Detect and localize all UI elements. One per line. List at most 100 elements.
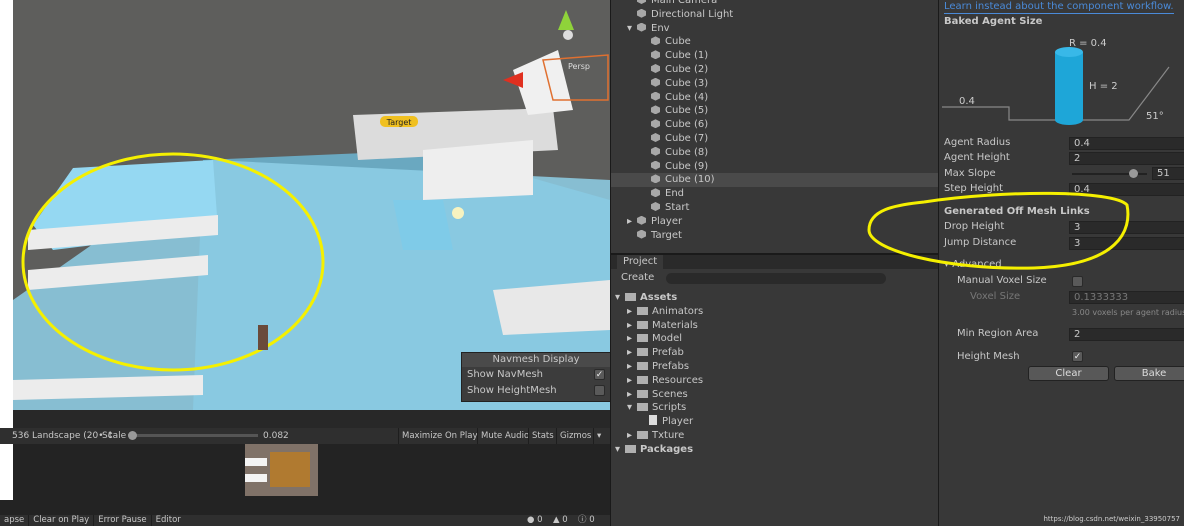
show-heightmesh-checkbox[interactable] [594, 385, 605, 396]
agent-height-label: Agent Height [944, 152, 1010, 163]
persp-label: Persp [568, 62, 590, 71]
navmesh-display-title: Navmesh Display [462, 353, 610, 367]
tab-project[interactable]: Project [617, 255, 664, 269]
hierarchy-item[interactable]: Cube (6) [641, 118, 708, 132]
agent-radius-label: Agent Radius [944, 137, 1011, 148]
show-heightmesh-label: Show HeightMesh [467, 385, 557, 396]
gameobject-icon [651, 174, 660, 184]
agent-radius-input[interactable]: 0.4 [1069, 137, 1184, 150]
project-item-label: Scripts [652, 402, 687, 414]
project-item-label: Player [662, 416, 694, 428]
hierarchy-item[interactable]: Start [641, 201, 689, 215]
maximize-on-play-button[interactable]: Maximize On Play [398, 428, 477, 444]
agent-height-input[interactable]: 2 [1069, 152, 1184, 165]
foldout-arrow-icon[interactable]: ▾ [627, 22, 637, 36]
gameobject-icon [637, 215, 646, 225]
project-item[interactable]: ▾ Packages [615, 443, 693, 457]
project-item-label: Scenes [652, 388, 688, 400]
component-workflow-link[interactable]: Learn instead about the component workfl… [944, 0, 1174, 14]
project-item[interactable]: ▾ Scripts [627, 401, 686, 415]
hierarchy-item-label: End [665, 188, 685, 200]
scene-view[interactable]: Target Persp Navmesh Display Show NavMes… [13, 0, 610, 410]
hierarchy-item[interactable]: Cube (8) [641, 146, 708, 160]
max-slope-slider[interactable] [1072, 169, 1147, 178]
svg-text:0.4: 0.4 [959, 96, 975, 107]
hierarchy-item[interactable]: Target [627, 229, 682, 243]
hierarchy-item[interactable]: End [641, 187, 684, 201]
height-mesh-checkbox[interactable]: ✓ [1072, 351, 1083, 362]
project-item[interactable]: ▾ Assets [615, 291, 677, 305]
hierarchy-item-label: Cube (10) [665, 174, 715, 186]
project-item[interactable]: ▸ Resources [627, 374, 703, 388]
project-item[interactable]: ▸ Txture [627, 429, 684, 443]
game-toolbar: 536 Landscape (20• ↕ Scale 0.082 Maximiz… [0, 428, 610, 444]
hierarchy-item[interactable]: Cube (10) [611, 173, 939, 188]
hierarchy-item[interactable]: Cube (1) [641, 49, 708, 63]
warning-icon: ▲ [553, 515, 560, 525]
project-item-label: Txture [652, 430, 685, 441]
project-item-label: Materials [652, 319, 698, 331]
foldout-arrow-icon: ▸ [627, 347, 633, 359]
gizmos-dropdown-icon[interactable]: ▾ [593, 428, 601, 444]
collapse-button[interactable]: apse [0, 515, 28, 526]
foldout-arrow-icon: ▾ [615, 443, 621, 455]
hierarchy-item[interactable]: Cube (4) [641, 91, 708, 105]
project-item[interactable]: ▸ Materials [627, 319, 698, 333]
project-item[interactable]: ▸ Scenes [627, 388, 688, 402]
bake-button[interactable]: Bake [1114, 366, 1184, 381]
scale-label: Scale [102, 431, 127, 441]
mute-audio-button[interactable]: Mute Audio [477, 428, 529, 444]
error-icon: ● [527, 515, 535, 525]
folder-icon [625, 293, 636, 301]
project-item[interactable]: Player [639, 415, 693, 429]
hierarchy-item[interactable]: Cube (3) [641, 77, 708, 91]
hierarchy-item[interactable]: Cube (2) [641, 63, 708, 77]
clear-button[interactable]: Clear [1028, 366, 1109, 381]
resolution-dropdown[interactable]: 536 Landscape (20• ↕ [12, 428, 114, 444]
editor-dropdown[interactable]: Editor [150, 515, 185, 526]
manual-voxel-checkbox[interactable] [1072, 276, 1083, 287]
hierarchy-item[interactable]: ▸ Player [627, 215, 682, 229]
svg-text:R = 0.4: R = 0.4 [1069, 38, 1107, 49]
foldout-arrow-icon[interactable]: ▸ [627, 215, 637, 229]
game-tab-bar [13, 410, 610, 428]
hierarchy-item-label: Target [651, 229, 682, 241]
message-count-button[interactable]: ⓘ 0 [578, 515, 595, 526]
gameobject-icon [651, 202, 660, 211]
project-item-label: Resources [652, 374, 704, 386]
hierarchy-item[interactable]: ▾ Env [627, 22, 670, 36]
voxel-size-input: 0.1333333 [1069, 291, 1184, 304]
min-region-area-input[interactable]: 2 [1069, 328, 1184, 341]
project-item[interactable]: ▸ Prefabs [627, 360, 689, 374]
project-item[interactable]: ▸ Prefab [627, 346, 684, 360]
gizmos-button[interactable]: Gizmos [556, 428, 591, 444]
hierarchy-item[interactable]: Cube (9) [641, 160, 708, 174]
hierarchy-item-label: Cube (3) [665, 77, 709, 89]
agent-size-diagram: R = 0.4 H = 2 0.4 51° [942, 38, 1170, 125]
foldout-arrow-icon: ▸ [627, 319, 633, 331]
hierarchy-item-label: Cube (6) [665, 119, 709, 131]
voxel-hint: 3.00 voxels per agent radius [1072, 308, 1184, 317]
hierarchy-item[interactable]: Cube [641, 35, 691, 49]
voxel-size-label: Voxel Size [970, 291, 1021, 302]
project-search-input[interactable] [666, 273, 886, 284]
clear-on-play-button[interactable]: Clear on Play [28, 515, 93, 526]
project-item[interactable]: ▸ Animators [627, 305, 703, 319]
hierarchy-item[interactable]: Cube (5) [641, 104, 708, 118]
create-dropdown[interactable]: Create [621, 271, 654, 285]
gameobject-icon [651, 119, 660, 129]
max-slope-input[interactable]: 51 [1152, 167, 1184, 180]
project-item[interactable]: ▸ Model [627, 332, 682, 346]
max-slope-label: Max Slope [944, 168, 996, 179]
stats-button[interactable]: Stats [528, 428, 554, 444]
hierarchy-item[interactable]: Main Camera [627, 0, 717, 8]
show-navmesh-label: Show NavMesh [467, 369, 544, 380]
folder-icon [637, 348, 648, 357]
error-count-button[interactable]: ● 0 [527, 515, 543, 526]
warning-count-button[interactable]: ▲ 0 [553, 515, 568, 526]
show-navmesh-checkbox[interactable]: ✓ [594, 369, 605, 380]
hierarchy-item[interactable]: Directional Light [627, 8, 733, 22]
error-pause-button[interactable]: Error Pause [93, 515, 150, 526]
hierarchy-item[interactable]: Cube (7) [641, 132, 708, 146]
scale-slider[interactable] [128, 431, 258, 440]
